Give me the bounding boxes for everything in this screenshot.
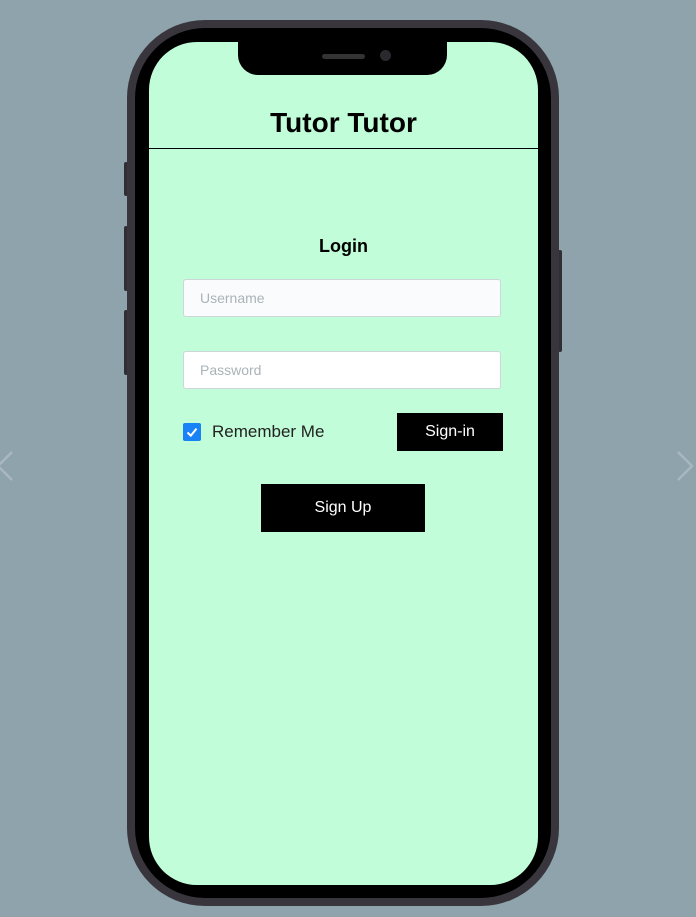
phone-notch: [238, 42, 447, 75]
remember-me-checkbox[interactable]: [183, 423, 201, 441]
chevron-left-icon: [0, 448, 22, 484]
speaker-grille: [322, 54, 365, 59]
checkmark-icon: [185, 425, 199, 439]
carousel-next-button[interactable]: [668, 448, 696, 484]
sign-up-button[interactable]: Sign Up: [261, 484, 425, 532]
front-camera: [380, 50, 391, 61]
preview-stage: Tutor Tutor Login Remember Me Sign-in Si…: [0, 0, 696, 917]
password-input[interactable]: [183, 351, 501, 389]
app-title: Tutor Tutor: [270, 107, 417, 138]
phone-screen: Tutor Tutor Login Remember Me Sign-in Si…: [149, 42, 538, 885]
username-input[interactable]: [183, 279, 501, 317]
carousel-prev-button[interactable]: [0, 448, 22, 484]
sign-in-button[interactable]: Sign-in: [397, 413, 503, 451]
chevron-right-icon: [668, 448, 696, 484]
login-heading: Login: [319, 236, 368, 256]
remember-me-control[interactable]: Remember Me: [183, 421, 324, 443]
remember-me-label: Remember Me: [212, 422, 325, 441]
